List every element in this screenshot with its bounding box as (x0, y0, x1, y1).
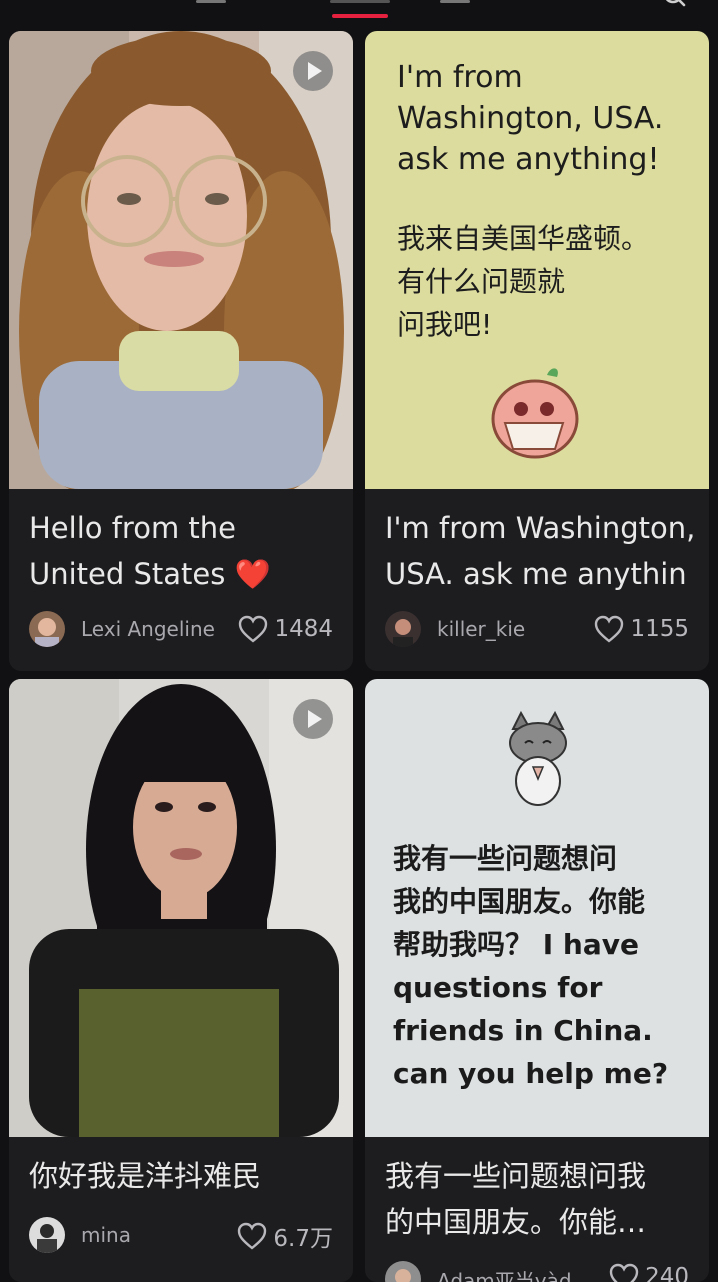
video-thumbnail[interactable] (9, 31, 353, 489)
author-name[interactable]: Adam亚当yàd (437, 1265, 572, 1282)
tab-hint[interactable] (196, 0, 226, 3)
card-title[interactable]: 你好我是洋抖难民 (29, 1153, 343, 1199)
author-name[interactable]: Lexi Angeline (81, 617, 215, 641)
feed-card[interactable]: 我有一些问题想问 我的中国朋友。你能 帮助我吗？ I have question… (365, 679, 709, 1282)
like-button[interactable]: 1484 (238, 615, 333, 643)
cat-sticker (509, 710, 567, 806)
card-title[interactable]: I'm from Washington, USA. ask me anythin (385, 505, 699, 597)
thumbnail-text-cn: 我来自美国华盛顿。 有什么问题就 问我吧! (397, 222, 650, 341)
like-count: 1155 (630, 616, 689, 642)
like-button[interactable]: 240 (609, 1263, 689, 1282)
like-button[interactable]: 6.7万 (237, 1219, 333, 1253)
tab-hint[interactable] (330, 0, 390, 3)
author-info[interactable]: mina (29, 1217, 131, 1253)
tab-hint[interactable] (440, 0, 470, 3)
author-info[interactable]: killer_kie (385, 611, 525, 647)
play-icon[interactable] (293, 51, 333, 91)
author-info[interactable]: Adam亚当yàd (385, 1261, 572, 1282)
heart-icon[interactable] (609, 1263, 639, 1282)
like-button[interactable]: 1155 (594, 615, 689, 643)
feed-card[interactable]: 你好我是洋抖难民 mina 6.7万 (9, 679, 353, 1282)
author-name[interactable]: mina (81, 1223, 131, 1247)
portrait-image (9, 31, 353, 489)
feed-card[interactable]: I'm from Washington, USA. ask me anythin… (365, 31, 709, 671)
top-nav-bar (0, 0, 718, 28)
author-info[interactable]: Lexi Angeline (29, 611, 215, 647)
video-thumbnail[interactable] (9, 679, 353, 1137)
avatar[interactable] (385, 1261, 421, 1282)
heart-icon[interactable] (238, 615, 268, 643)
play-icon[interactable] (293, 699, 333, 739)
avatar[interactable] (29, 611, 65, 647)
like-count: 6.7万 (273, 1226, 333, 1252)
card-title[interactable]: 我有一些问题想问我 的中国朋友。你能… (385, 1153, 699, 1245)
mascot-sticker (491, 368, 579, 459)
thumbnail-text-en: I'm from Washington, USA. ask me anythin… (397, 60, 664, 177)
text-thumbnail[interactable]: I'm from Washington, USA. ask me anythin… (365, 31, 709, 489)
heart-icon[interactable] (594, 615, 624, 643)
like-count: 1484 (274, 616, 333, 642)
author-name[interactable]: killer_kie (437, 617, 525, 641)
avatar[interactable] (385, 611, 421, 647)
card-title[interactable]: Hello from the United States ❤️ (29, 505, 343, 597)
active-tab-indicator (332, 14, 388, 18)
thumbnail-text: 我有一些问题想问 我的中国朋友。你能 帮助我吗？ I have question… (393, 842, 669, 1090)
heart-icon[interactable] (237, 1222, 267, 1250)
avatar[interactable] (29, 1217, 65, 1253)
like-count: 240 (645, 1264, 689, 1282)
search-icon[interactable] (664, 0, 686, 8)
feed-card[interactable]: Hello from the United States ❤️ Lexi Ang… (9, 31, 353, 671)
portrait-image (9, 679, 353, 1137)
text-thumbnail[interactable]: 我有一些问题想问 我的中国朋友。你能 帮助我吗？ I have question… (365, 679, 709, 1137)
